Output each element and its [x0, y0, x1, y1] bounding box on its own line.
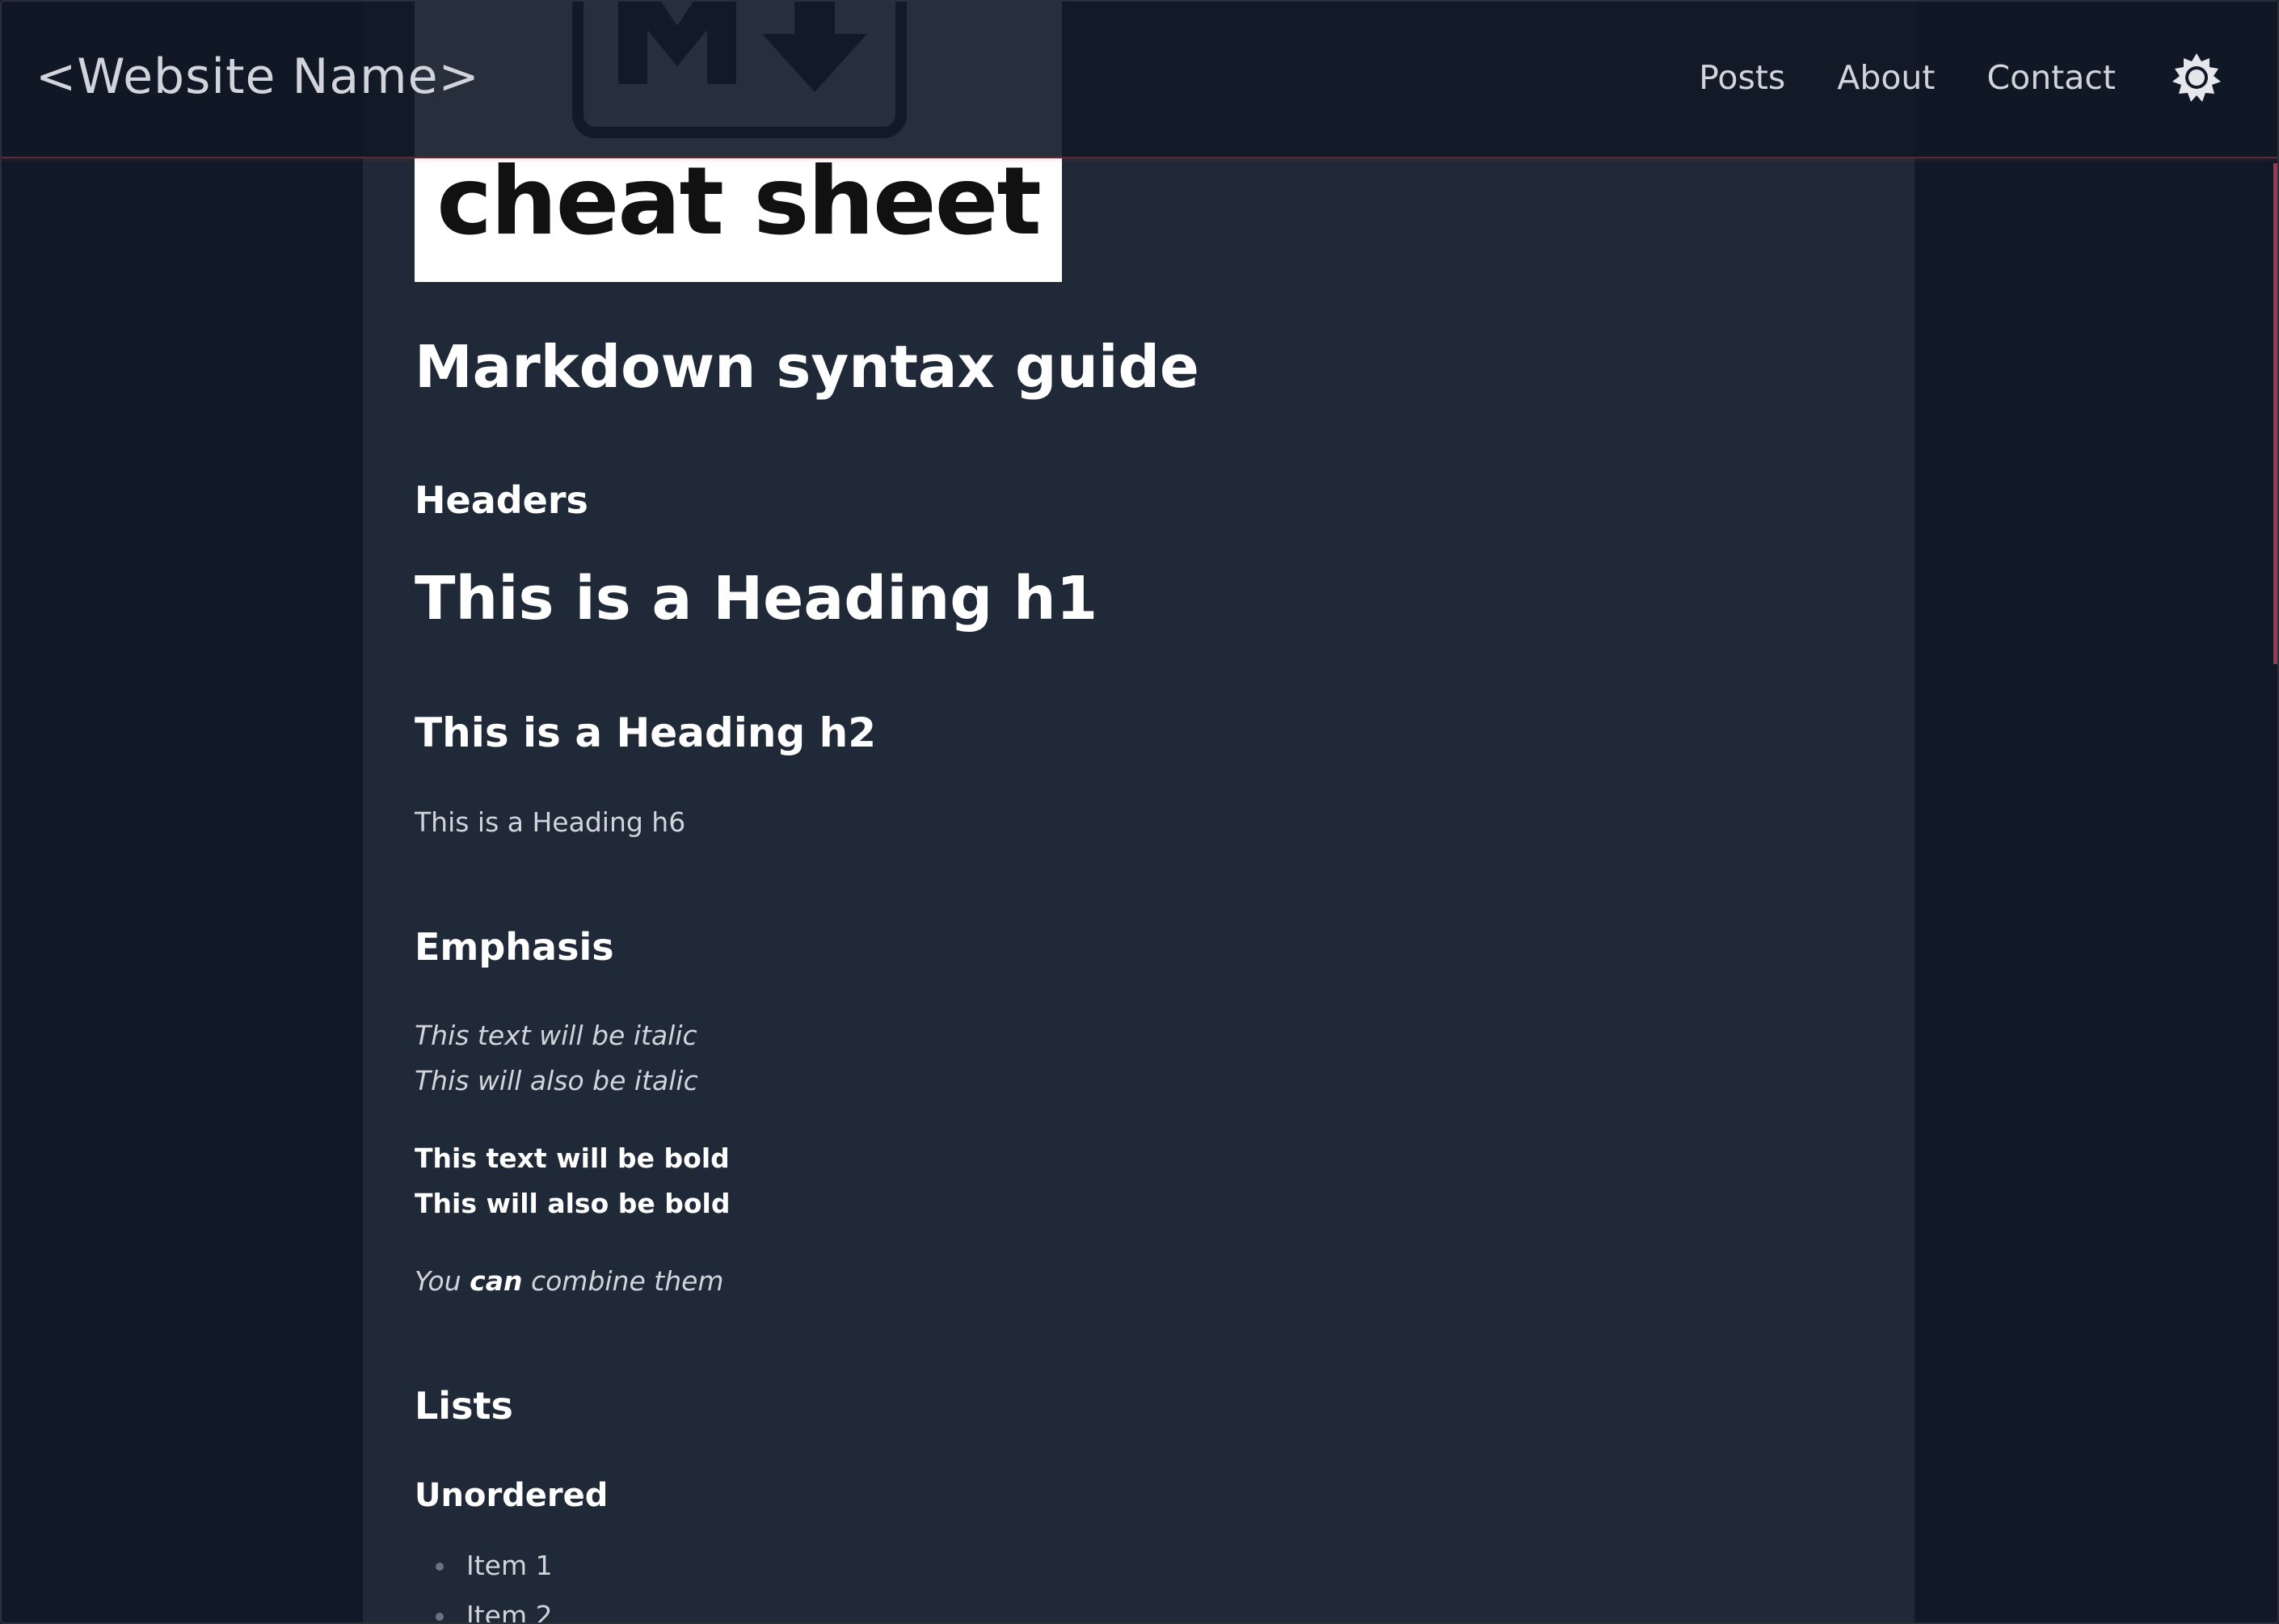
theme-toggle-button[interactable]: [2171, 52, 2222, 103]
sun-icon: [2172, 53, 2221, 102]
main-nav: Posts About Contact: [1699, 58, 2116, 97]
section-heading-emphasis: Emphasis: [415, 925, 614, 969]
heading-h1-example: This is a Heading h1: [415, 564, 1098, 633]
bold-text-1: This text will be bold: [415, 1142, 730, 1174]
bullet-icon: [436, 1613, 444, 1621]
combine-bold: can: [470, 1265, 523, 1297]
combine-suffix: combine them: [522, 1265, 724, 1297]
list-item: Item 1: [415, 1546, 553, 1597]
section-heading-lists: Lists: [415, 1384, 513, 1428]
combine-prefix: You: [415, 1265, 470, 1297]
section-heading-headers: Headers: [415, 478, 588, 522]
italic-text-1: This text will be italic: [415, 1020, 697, 1051]
nav-posts-link[interactable]: Posts: [1699, 58, 1785, 97]
heading-h2-example: This is a Heading h2: [415, 709, 877, 756]
bold-text-2: This will also be bold: [415, 1188, 731, 1219]
page-title: Markdown syntax guide: [415, 333, 1199, 401]
subheading-unordered: Unordered: [415, 1477, 609, 1514]
list-item: Item 2: [415, 1597, 553, 1624]
italic-text-2: This will also be italic: [415, 1065, 698, 1096]
nav-about-link[interactable]: About: [1837, 58, 1935, 97]
site-name-link[interactable]: <Website Name>: [36, 48, 480, 105]
cover-title: cheat sheet: [436, 147, 1042, 256]
combined-emphasis-text: You can combine them: [415, 1265, 724, 1297]
heading-h6-example: This is a Heading h6: [415, 806, 686, 838]
nav-contact-link[interactable]: Contact: [1986, 58, 2116, 97]
site-header: <Website Name> Posts About Contact: [2, 2, 2277, 158]
browser-viewport: cheat sheet <Website Name> Posts About C…: [0, 0, 2279, 1624]
scrollbar-accent: [2273, 163, 2277, 664]
bullet-icon: [436, 1563, 444, 1571]
list-item-label: Item 1: [466, 1550, 553, 1581]
list-item-label: Item 2: [466, 1600, 553, 1624]
unordered-list: Item 1 Item 2: [415, 1546, 553, 1624]
